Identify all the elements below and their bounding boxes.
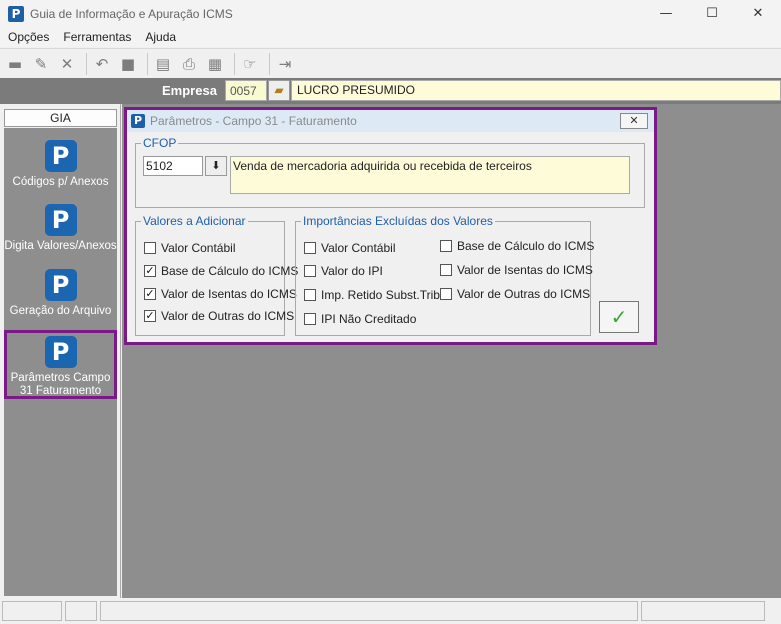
toolbar-separator: [147, 52, 148, 75]
checkbox-box[interactable]: ✓: [144, 265, 156, 277]
checkbox-label: Valor Contábil: [161, 241, 236, 255]
sidebar-item-label: Códigos p/ Anexos: [12, 176, 109, 188]
checkbox-excl-valor-outras[interactable]: Valor de Outras do ICMS: [440, 287, 590, 301]
window-title: Guia de Informação e Apuração ICMS: [30, 6, 233, 21]
checkbox-label: Imp. Retido Subst.Trib.: [321, 288, 444, 302]
toolbar-separator: [86, 52, 87, 75]
excluidas-legend: Importâncias Excluídas dos Valores: [303, 214, 493, 228]
checkbox-excl-ipi-nao-creditado[interactable]: IPI Não Creditado: [304, 312, 416, 326]
checkbox-box[interactable]: [440, 288, 452, 300]
empresa-name-field: LUCRO PRESUMIDO: [291, 80, 781, 101]
checkbox-box[interactable]: [144, 242, 156, 254]
checkbox-label: Base de Cálculo do ICMS: [457, 239, 595, 253]
sidebar-item-label: Parâmetros Campo 31 Faturamento: [10, 372, 111, 397]
checkbox-label: Base de Cálculo do ICMS: [161, 264, 299, 278]
handshake-icon[interactable]: ☞: [239, 53, 261, 75]
dialog-title-bar: P Parâmetros - Campo 31 - Faturamento ✕: [127, 110, 654, 132]
sidebar: GIA P Códigos p/ Anexos P Digita Valores…: [0, 104, 121, 598]
checkbox-box[interactable]: [304, 289, 316, 301]
empresa-bar: Empresa 0057 ▰ LUCRO PRESUMIDO: [0, 78, 781, 104]
checkbox-box[interactable]: [304, 265, 316, 277]
status-panel: [641, 601, 765, 621]
checkbox-label: IPI Não Creditado: [321, 312, 417, 326]
stop-icon[interactable]: ■: [117, 53, 139, 75]
status-panel: [65, 601, 97, 621]
parametros-dialog: P Parâmetros - Campo 31 - Faturamento ✕ …: [124, 107, 657, 345]
checkbox-label: Valor de Isentas do ICMS: [161, 287, 297, 301]
app-p-icon: P: [44, 204, 77, 236]
checkbox-box[interactable]: [304, 242, 316, 254]
calculator-icon[interactable]: ▦: [204, 53, 226, 75]
sidebar-item-parametros-campo31[interactable]: P Parâmetros Campo 31 Faturamento: [4, 330, 117, 399]
dialog-close-button[interactable]: ✕: [620, 113, 648, 129]
cfop-input[interactable]: 5102: [143, 156, 203, 176]
checkbox-excl-imp-retido[interactable]: Imp. Retido Subst.Trib.: [304, 288, 443, 302]
menu-opcoes[interactable]: Opções: [8, 30, 49, 44]
checkbox-excl-valor-isentas[interactable]: Valor de Isentas do ICMS: [440, 263, 593, 277]
menu-ajuda[interactable]: Ajuda: [145, 30, 176, 44]
empresa-label: Empresa: [162, 83, 217, 98]
download-arrow-icon[interactable]: ⬇: [205, 156, 227, 176]
folder-open-icon[interactable]: ▰: [268, 80, 290, 101]
close-window-button[interactable]: ✕: [735, 0, 781, 27]
cfop-legend: CFOP: [143, 136, 177, 150]
empresa-code-field[interactable]: 0057: [225, 80, 267, 101]
print-icon[interactable]: ⎙: [178, 53, 200, 75]
sidebar-item-label: Geração do Arquivo: [9, 305, 112, 317]
app-logo-icon: P: [8, 5, 24, 22]
sidebar-item-label: Digita Valores/Anexos: [4, 240, 117, 252]
checkbox-excl-valor-contabil[interactable]: Valor Contábil: [304, 241, 395, 255]
checkbox-label: Valor de Isentas do ICMS: [457, 263, 593, 277]
dialog-title: Parâmetros - Campo 31 - Faturamento: [150, 114, 357, 128]
checkbox-label: Valor de Outras do ICMS: [161, 309, 295, 323]
sidebar-list: P Códigos p/ Anexos P Digita Valores/Ane…: [4, 128, 117, 596]
status-panel: [100, 601, 638, 621]
sidebar-item-codigos[interactable]: P Códigos p/ Anexos: [4, 140, 117, 189]
checkbox-box[interactable]: [304, 313, 316, 325]
menu-bar: Opções Ferramentas Ajuda: [0, 27, 781, 47]
tab-gia[interactable]: GIA: [4, 109, 117, 127]
checkbox-valor-isentas[interactable]: ✓ Valor de Isentas do ICMS: [144, 287, 297, 301]
checkbox-valor-contabil[interactable]: Valor Contábil: [144, 241, 235, 255]
valores-legend: Valores a Adicionar: [143, 214, 246, 228]
menu-ferramentas[interactable]: Ferramentas: [63, 30, 131, 44]
app-logo-icon: P: [131, 114, 145, 128]
sidebar-item-geracao-arquivo[interactable]: P Geração do Arquivo: [4, 269, 117, 318]
checkbox-box[interactable]: [440, 264, 452, 276]
checkbox-box[interactable]: ✓: [144, 288, 156, 300]
exit-door-icon[interactable]: ⇥: [274, 53, 296, 75]
confirm-checkmark-button[interactable]: ✓: [599, 301, 639, 333]
checkbox-label: Valor de Outras do ICMS: [457, 287, 591, 301]
new-document-icon[interactable]: ▬: [4, 53, 26, 75]
title-bar: P Guia de Informação e Apuração ICMS — ☐…: [0, 0, 781, 27]
checkbox-box[interactable]: [440, 240, 452, 252]
checkbox-label: Valor do IPI: [321, 264, 383, 278]
undo-icon[interactable]: ↶: [91, 53, 113, 75]
maximize-button[interactable]: ☐: [689, 0, 735, 27]
toolbar-separator: [269, 52, 270, 75]
app-p-icon: P: [44, 336, 77, 368]
checkbox-box[interactable]: ✓: [144, 310, 156, 322]
checkbox-valor-outras[interactable]: ✓ Valor de Outras do ICMS: [144, 309, 294, 323]
minimize-button[interactable]: —: [643, 0, 689, 27]
status-bar: [0, 598, 781, 624]
app-p-icon: P: [44, 269, 77, 301]
delete-icon[interactable]: ✕: [56, 53, 78, 75]
checkbox-label: Valor Contábil: [321, 241, 396, 255]
edit-document-icon[interactable]: ✎: [30, 53, 52, 75]
cfop-description-field: Venda de mercadoria adquirida ou recebid…: [230, 156, 630, 194]
report-icon[interactable]: ▤: [152, 53, 174, 75]
app-p-icon: P: [44, 140, 77, 172]
status-panel: [2, 601, 62, 621]
checkbox-excl-valor-ipi[interactable]: Valor do IPI: [304, 264, 383, 278]
checkbox-excl-base-calculo[interactable]: Base de Cálculo do ICMS: [440, 239, 594, 253]
toolbar: ▬ ✎ ✕ ↶ ■ ▤ ⎙ ▦ ☞ ⇥: [0, 48, 781, 78]
sidebar-item-digita-valores[interactable]: P Digita Valores/Anexos: [4, 204, 117, 253]
checkbox-base-calculo[interactable]: ✓ Base de Cálculo do ICMS: [144, 264, 298, 278]
toolbar-separator: [234, 52, 235, 75]
